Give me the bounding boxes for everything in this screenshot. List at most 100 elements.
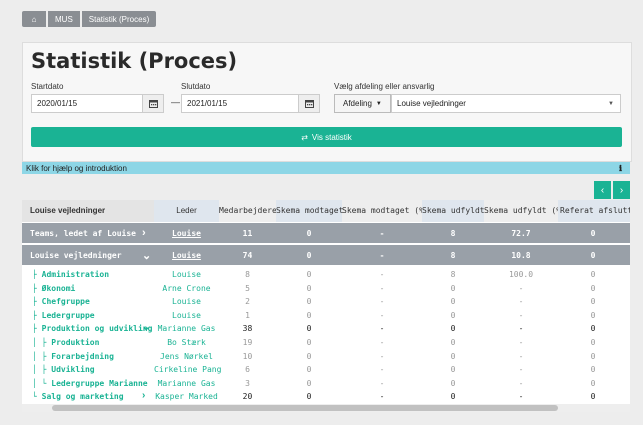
header-skema-udfyldt[interactable]: Skema udfyldt <box>422 200 485 222</box>
row-cell: 20 <box>242 392 253 402</box>
row-cell: 0 <box>590 338 596 347</box>
group-row[interactable]: Louise vejledninger ⌄ Louise 74 0 - 8 10.8 0 <box>22 245 630 265</box>
row-leder: Marianne Gas <box>157 324 216 334</box>
group-row-leder[interactable]: Louise <box>154 229 219 238</box>
calendar-icon[interactable] <box>142 95 163 112</box>
row-cell: 0 <box>450 283 456 293</box>
row-name[interactable]: ├ Økonomi <box>32 284 75 293</box>
row-name[interactable]: ├ Administration <box>32 270 109 279</box>
row-leder: Louise <box>172 297 201 307</box>
row-cell: - <box>379 392 385 402</box>
table-row[interactable]: │ ├ Forarbejdning Jens Nørkel 10 0 - 0 - 0 <box>22 350 630 363</box>
row-cell: 0 <box>306 338 312 347</box>
group-row-cell: 8 <box>450 251 456 260</box>
home-icon[interactable]: ⌂ <box>22 11 46 27</box>
header-referat-afsluttet[interactable]: Referat afsluttet <box>558 200 630 222</box>
header-skema-modtaget-pct[interactable]: Skema modtaget (%) <box>342 200 429 222</box>
start-date-field[interactable]: 2020/01/15 <box>31 94 164 113</box>
row-leder: Bo Stærk <box>167 338 206 347</box>
header-leder[interactable]: Leder <box>154 200 219 222</box>
row-cell: 6 <box>245 365 250 375</box>
row-name[interactable]: ├ Ledergruppe <box>32 311 95 320</box>
row-cell: - <box>379 283 385 293</box>
row-leder: Cirkeline Pang <box>154 365 222 375</box>
group-row-cell: 0 <box>306 251 312 260</box>
group-row-cell: 8 <box>450 229 456 238</box>
department-select[interactable]: Louise vejledninger ▼ <box>391 94 621 113</box>
help-bar[interactable]: Klik for hjælp og introduktion ℹ <box>22 162 630 174</box>
header-skema-udfyldt-pct[interactable]: Skema udfyldt (%) <box>484 200 566 222</box>
department-type-dropdown[interactable]: Afdeling ▼ <box>334 94 391 113</box>
caret-down-icon: ▼ <box>375 100 382 107</box>
row-cell: 0 <box>590 310 596 320</box>
row-cell: 19 <box>242 338 253 347</box>
group-row-cell: - <box>379 229 385 238</box>
start-date-value: 2020/01/15 <box>37 99 78 108</box>
table-row[interactable]: │ ├ Udvikling Cirkeline Pang 6 0 - 0 - 0 <box>22 363 630 376</box>
group-row[interactable]: Teams, ledet af Louise › Louise 11 0 - 8 72.7 0 <box>22 223 630 243</box>
row-cell: 8 <box>245 270 250 279</box>
table-row[interactable]: └ Salg og marketing › Kasper Marked 20 0 - 0 - 0 <box>22 390 630 403</box>
row-cell: 0 <box>450 365 456 375</box>
row-cell: 0 <box>306 378 312 388</box>
show-statistics-button[interactable]: ⇄ Vis statistik <box>31 127 622 147</box>
header-medarbejdere[interactable]: Medarbejdere <box>219 200 277 222</box>
table-row[interactable]: ├ Administration Louise 8 0 - 8 100.0 0 <box>22 268 630 281</box>
row-name[interactable]: │ ├ Produktion <box>32 338 99 347</box>
row-leder: Louise <box>172 270 201 279</box>
table-header: Louise vejledninger Leder Medarbejdere S… <box>22 200 630 222</box>
row-cell: 1 <box>245 310 250 320</box>
end-date-field[interactable]: 2021/01/15 <box>181 94 320 113</box>
group-row-cell: 74 <box>242 251 253 260</box>
header-skema-modtaget[interactable]: Skema modtaget <box>276 200 343 222</box>
row-cell: 0 <box>306 310 312 320</box>
chevron-left-icon: ‹ <box>600 184 605 196</box>
row-cell: 0 <box>306 324 312 334</box>
row-cell: - <box>518 392 524 402</box>
row-leder: Kasper Marked <box>155 392 218 402</box>
row-cell: 0 <box>590 392 596 402</box>
row-cell: - <box>518 365 524 375</box>
calendar-icon[interactable] <box>298 95 319 112</box>
row-cell: 0 <box>450 324 456 334</box>
row-name[interactable]: ├ Produktion og udvikling <box>32 324 152 333</box>
row-cell: - <box>518 310 524 320</box>
row-name[interactable]: └ Salg og marketing <box>32 392 124 401</box>
row-cell: - <box>379 338 385 347</box>
table-row[interactable]: ├ Økonomi Arne Crone 5 0 - 0 - 0 <box>22 282 630 295</box>
chevron-right-icon: › <box>619 184 624 196</box>
chevron-right-icon[interactable]: › <box>142 390 145 401</box>
row-name[interactable]: │ ├ Forarbejdning <box>32 352 114 361</box>
row-cell: 0 <box>306 392 312 402</box>
prev-page-button[interactable]: ‹ <box>594 181 611 199</box>
group-row-name: Teams, ledet af Louise <box>30 229 136 238</box>
row-name[interactable]: │ ├ Udvikling <box>32 365 95 374</box>
chevron-down-icon[interactable]: ⌄ <box>142 322 150 333</box>
group-row-name: Louise vejledninger <box>30 251 122 260</box>
horizontal-scrollbar[interactable] <box>22 404 630 412</box>
table-row[interactable]: ├ Ledergruppe Louise 1 0 - 0 - 0 <box>22 309 630 322</box>
row-name[interactable]: ├ Chefgruppe <box>32 297 90 306</box>
group-row-cell: 0 <box>590 229 596 238</box>
table-row[interactable]: │ ├ Produktion Bo Stærk 19 0 - 0 - 0 <box>22 336 630 349</box>
group-row-leder[interactable]: Louise <box>154 251 219 260</box>
department-select-value: Louise vejledninger <box>397 99 466 108</box>
row-name[interactable]: │ └ Ledergruppe Marianne <box>32 379 148 388</box>
breadcrumb-mus[interactable]: MUS <box>48 11 80 27</box>
row-cell: 0 <box>450 338 456 347</box>
scrollbar-thumb[interactable] <box>52 405 558 411</box>
table-row[interactable]: │ └ Ledergruppe Marianne Marianne Gas 3 0 - 0… <box>22 377 630 390</box>
chevron-down-icon[interactable]: ⌄ <box>142 249 151 262</box>
row-cell: - <box>518 297 524 307</box>
row-cell: 0 <box>450 392 456 402</box>
table-row[interactable]: ├ Chefgruppe Louise 2 0 - 0 - 0 <box>22 295 630 308</box>
row-cell: - <box>518 338 524 347</box>
next-page-button[interactable]: › <box>613 181 630 199</box>
chevron-right-icon[interactable]: › <box>142 227 146 239</box>
row-cell: - <box>518 283 524 293</box>
group-row-cell: 10.8 <box>511 251 531 260</box>
group-row-cell: 72.7 <box>511 229 531 238</box>
row-cell: 3 <box>245 378 250 388</box>
table-row[interactable]: ├ Produktion og udvikling ⌄ Marianne Gas 38… <box>22 322 630 335</box>
group-row-cell: 0 <box>590 251 596 260</box>
